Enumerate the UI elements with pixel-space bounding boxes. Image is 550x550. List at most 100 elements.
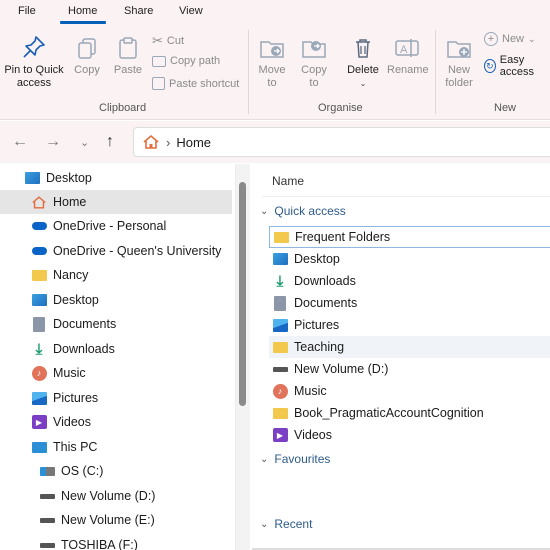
home-icon [143,134,159,149]
breadcrumb-separator: › [166,134,171,150]
sidebar-item-label: Home [53,195,87,209]
sidebar-item-label: New Volume (D:) [61,489,156,503]
sidebar-item-label: Videos [53,415,91,429]
name-column-header[interactable]: Name [272,174,304,188]
scrollbar-thumb[interactable] [239,182,246,406]
clipboard-group-label: Clipboard [99,102,147,114]
header-divider [262,196,550,197]
recent-locations-chevron-icon[interactable]: ⌄ [80,136,89,149]
delete-button[interactable]: Delete ⌄ [345,36,381,90]
new-group-label: New [494,102,517,114]
pin-to-quick-access-button[interactable]: Pin to Quick access [2,34,66,90]
breadcrumb-home[interactable]: Home [176,135,211,150]
tab-home[interactable]: Home [68,5,97,17]
quick-access-group[interactable]: ⌄ Quick access [260,204,346,218]
new-item-button[interactable]: + New ⌄ [484,32,536,46]
rename-button[interactable]: A Rename [387,36,429,77]
favourites-group[interactable]: ⌄ Favourites [260,452,330,466]
sidebar-item-music[interactable]: ♪ Music [0,361,232,385]
list-item-label: Downloads [294,274,356,288]
sidebar-item-desktop-root[interactable]: Desktop [0,166,232,190]
sidebar-scrollbar[interactable] [236,164,250,550]
sidebar-item-label: Music [53,366,86,380]
copy-to-button[interactable]: Copy to [297,36,331,90]
list-item-desktop[interactable]: Desktop [269,248,550,270]
list-item-music[interactable]: ♪ Music [269,380,550,402]
videos-icon: ▶ [31,414,47,430]
pin-label: Pin to Quick access [4,64,64,89]
copy-path-icon [152,55,166,67]
cut-label: Cut [166,35,185,47]
sidebar-item-this-pc[interactable]: This PC [0,435,232,459]
list-item-pictures[interactable]: Pictures [269,314,550,336]
sidebar-item-desktop[interactable]: Desktop [0,288,232,312]
pin-icon [23,36,45,58]
trash-icon [356,39,370,58]
list-item-frequent-folders[interactable]: Frequent Folders [269,226,550,248]
drive-icon [39,488,55,504]
easy-access-label: Easy access [499,54,535,78]
sidebar-item-onedrive-queens[interactable]: OneDrive - Queen's University [0,239,232,263]
move-to-icon [260,41,284,58]
list-item-teaching[interactable]: Teaching [269,336,550,358]
copy-path-button[interactable]: Copy path [152,55,220,67]
group-title: Quick access [274,204,346,218]
sidebar-item-documents[interactable]: Documents [0,312,232,336]
address-bar[interactable]: › Home [133,127,550,157]
drive-icon [39,537,55,550]
sidebar-item-label: TOSHIBA (F:) [61,538,138,550]
sidebar-item-toshiba-f[interactable]: TOSHIBA (F:) [0,533,232,550]
music-icon: ♪ [272,383,288,399]
recent-group[interactable]: ⌄ Recent [260,517,312,531]
sidebar-item-videos[interactable]: ▶ Videos [0,410,232,434]
list-item-documents[interactable]: Documents [269,292,550,314]
drive-icon [272,361,288,377]
sidebar-item-new-volume-e[interactable]: New Volume (E:) [0,508,232,532]
paste-shortcut-button[interactable]: Paste shortcut [152,77,239,90]
list-item-label: Documents [294,296,358,310]
sidebar-item-pictures[interactable]: Pictures [0,386,232,410]
sidebar-item-new-volume-d[interactable]: New Volume (D:) [0,484,232,508]
list-item-downloads[interactable]: ⤓ Downloads [269,270,550,292]
svg-text:A: A [400,44,408,56]
rename-label: Rename [387,64,429,76]
tab-share[interactable]: Share [124,5,153,17]
navigation-pane: Desktop Home OneDrive - Personal OneDriv… [0,164,236,550]
pc-icon [31,439,47,455]
folder-icon [31,267,47,283]
chevron-down-icon: ⌄ [260,518,269,530]
sidebar-item-onedrive-personal[interactable]: OneDrive - Personal [0,214,232,238]
easy-access-button[interactable]: ↻ Easy access [484,54,550,78]
list-item-new-volume-d[interactable]: New Volume (D:) [269,358,550,380]
list-item-label: Music [294,384,327,398]
list-item-videos[interactable]: ▶ Videos [269,424,550,446]
scissors-icon: ✂ [152,33,163,48]
list-item-label: Pictures [294,318,340,332]
group-title: Favourites [274,452,331,466]
sidebar-item-nancy[interactable]: Nancy [0,263,232,287]
sidebar-item-os-c[interactable]: OS (C:) [0,459,232,483]
desktop-icon [24,170,40,186]
paste-button[interactable]: Paste [111,36,145,77]
back-arrow-icon[interactable]: ← [12,133,28,151]
ribbon-divider [248,30,249,114]
sidebar-item-label: OneDrive - Queen's University [53,244,222,258]
new-folder-button[interactable]: New folder [440,36,478,90]
new-folder-label: New folder [445,64,473,89]
move-to-button[interactable]: Move to [255,36,289,90]
sidebar-item-label: New Volume (E:) [61,513,155,527]
list-item-book-pragmatic[interactable]: Book_PragmaticAccountCognition [269,402,550,424]
plus-icon: + [484,32,498,46]
sidebar-item-label: Downloads [53,342,115,356]
documents-icon [272,295,288,311]
forward-arrow-icon[interactable]: → [45,133,61,151]
up-arrow-icon[interactable]: ↑ [106,133,114,151]
copy-button[interactable]: Copy [70,36,104,77]
sidebar-item-downloads[interactable]: ⤓ Downloads [0,337,232,361]
sidebar-item-home[interactable]: Home [0,190,232,214]
cut-button[interactable]: ✂ Cut [152,33,184,49]
tab-file[interactable]: File [18,5,36,17]
home-icon [31,194,47,210]
copy-label: Copy [74,64,100,76]
tab-view[interactable]: View [179,5,203,17]
